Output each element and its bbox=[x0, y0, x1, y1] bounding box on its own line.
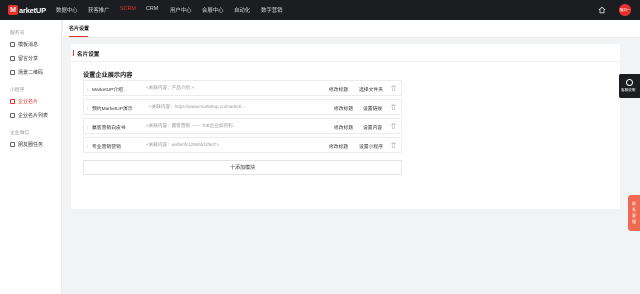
drag-handle-icon[interactable]: ⁝ bbox=[87, 87, 88, 92]
home-icon[interactable] bbox=[598, 6, 606, 14]
module-content: <关联内容：产品介绍 > bbox=[146, 85, 194, 90]
set-mini-program-button[interactable]: 设置小程序 bbox=[359, 143, 383, 150]
edit-title-button[interactable]: 修改标题 bbox=[329, 143, 348, 150]
sidebar-group-service-account: 服务号 bbox=[10, 31, 25, 36]
panel-title: 名片设置 bbox=[77, 52, 100, 58]
card-icon bbox=[10, 99, 15, 104]
logo-mark: M bbox=[8, 5, 18, 15]
sidebar-item-qrcode[interactable]: 场景二维码 bbox=[10, 69, 43, 76]
task-icon bbox=[10, 142, 15, 147]
contact-char: 服 bbox=[632, 219, 636, 224]
module-row[interactable]: ⁝ MarketUP介绍 <关联内容：产品介绍 > 修改标题 选择文件夹 bbox=[83, 80, 402, 96]
sidebar-item-business-card-list[interactable]: 企业名片列表 bbox=[10, 112, 48, 119]
nav-item-crm[interactable]: CRM bbox=[146, 6, 158, 12]
trash-icon[interactable] bbox=[391, 123, 396, 129]
trash-icon[interactable] bbox=[391, 142, 396, 148]
module-content: <关联内容：wxfle0fc1255f4d1f9d7> bbox=[146, 142, 220, 147]
contact-service-button[interactable]: 联 系 客 服 bbox=[628, 195, 640, 231]
set-link-button[interactable]: 设置链接 bbox=[363, 105, 382, 112]
module-row[interactable]: ⁝ 专业营销营销 <关联内容：wxfle0fc1255f4d1f9d7> 修改标… bbox=[83, 137, 402, 153]
sidebar-item-label: 朋友圈任务 bbox=[18, 142, 44, 148]
trash-icon[interactable] bbox=[391, 85, 396, 91]
set-content-button[interactable]: 设置内容 bbox=[363, 124, 382, 131]
sidebar-group-wecom: 企业微信 bbox=[10, 131, 30, 136]
top-nav-bar: M arketUP 数据中心 获客推广 SCRM CRM 用户中心 会展中心 自… bbox=[0, 0, 640, 20]
panel-header: 名片设置 bbox=[71, 44, 620, 62]
add-module-button[interactable]: 十添加模块 bbox=[83, 160, 402, 175]
logo[interactable]: M arketUP bbox=[8, 5, 46, 15]
sidebar-group-mini-program: 小程序 bbox=[10, 88, 25, 93]
nav-item-user-center[interactable]: 用户中心 bbox=[170, 6, 192, 14]
title-accent-bar bbox=[73, 50, 75, 56]
headset-icon bbox=[626, 79, 633, 86]
list-icon bbox=[10, 113, 15, 118]
module-name: 赢客营销白皮书 bbox=[92, 126, 126, 131]
trash-icon[interactable] bbox=[391, 104, 396, 110]
drag-handle-icon[interactable]: ⁝ bbox=[87, 144, 88, 149]
module-row[interactable]: ⁝ 赢客营销白皮书 <关联内容：赢客营销 —— ToB企业如何利... 修改标题… bbox=[83, 118, 402, 134]
nav-item-scrm[interactable]: SCRM bbox=[120, 6, 136, 12]
drag-handle-icon[interactable]: ⁝ bbox=[87, 125, 88, 130]
customer-service-label: 客服说明 bbox=[621, 88, 636, 92]
nav-item-digital-marketing[interactable]: 数字营销 bbox=[261, 6, 283, 14]
sidebar-item-template-message[interactable]: 模板消息 bbox=[10, 41, 38, 48]
module-name: 预约MarketUP演示 bbox=[92, 107, 133, 112]
select-folder-button[interactable]: 选择文件夹 bbox=[359, 86, 383, 93]
sidebar-item-label: 场景二维码 bbox=[18, 70, 44, 76]
drag-handle-icon[interactable]: ⁝ bbox=[87, 106, 88, 111]
module-name: 专业营销营销 bbox=[92, 145, 121, 150]
sidebar-item-share[interactable]: 留言分享 bbox=[10, 55, 38, 62]
edit-title-button[interactable]: 修改标题 bbox=[334, 124, 353, 131]
sidebar: 服务号 模板消息 留言分享 场景二维码 小程序 企业名片 企业名片列表 企业微信… bbox=[0, 20, 62, 294]
tab-strip: 名片设置 bbox=[63, 20, 640, 38]
sidebar-item-label: 企业名片列表 bbox=[18, 113, 49, 119]
sidebar-item-business-card[interactable]: 企业名片 bbox=[10, 98, 38, 105]
module-row[interactable]: ⁝ 预约MarketUP演示 <关联内容：https://www.marketu… bbox=[83, 99, 402, 115]
nav-item-data-center[interactable]: 数据中心 bbox=[56, 6, 78, 14]
edit-title-button[interactable]: 修改标题 bbox=[334, 105, 353, 112]
nav-item-acquisition[interactable]: 获客推广 bbox=[88, 6, 110, 14]
sidebar-item-label: 企业名片 bbox=[18, 99, 39, 105]
nav-item-exhibition[interactable]: 会展中心 bbox=[202, 6, 224, 14]
logo-text: arketUP bbox=[19, 5, 46, 15]
sidebar-item-label: 留言分享 bbox=[18, 56, 39, 62]
settings-panel: 名片设置 设置企业展示内容 ⁝ MarketUP介绍 <关联内容：产品介绍 > … bbox=[71, 44, 620, 209]
share-icon bbox=[10, 56, 15, 61]
customer-service-widget[interactable]: 客服说明 bbox=[619, 74, 640, 98]
avatar[interactable]: 随风一 bbox=[619, 4, 631, 16]
sidebar-item-label: 模板消息 bbox=[18, 42, 39, 48]
section-title: 设置企业展示内容 bbox=[83, 72, 133, 79]
tab-active-indicator bbox=[69, 36, 88, 38]
module-name: MarketUP介绍 bbox=[92, 88, 123, 93]
qrcode-icon bbox=[10, 70, 15, 75]
message-icon bbox=[10, 42, 15, 47]
sidebar-item-moments-task[interactable]: 朋友圈任务 bbox=[10, 141, 43, 148]
nav-item-automation[interactable]: 自动化 bbox=[234, 6, 250, 14]
edit-title-button[interactable]: 修改标题 bbox=[329, 86, 348, 93]
module-content: <关联内容：赢客营销 —— ToB企业如何利... bbox=[146, 123, 237, 128]
module-content: <关联内容：https://www.marketup.cn/market/... bbox=[149, 104, 246, 109]
tab-card-settings[interactable]: 名片设置 bbox=[69, 25, 89, 32]
